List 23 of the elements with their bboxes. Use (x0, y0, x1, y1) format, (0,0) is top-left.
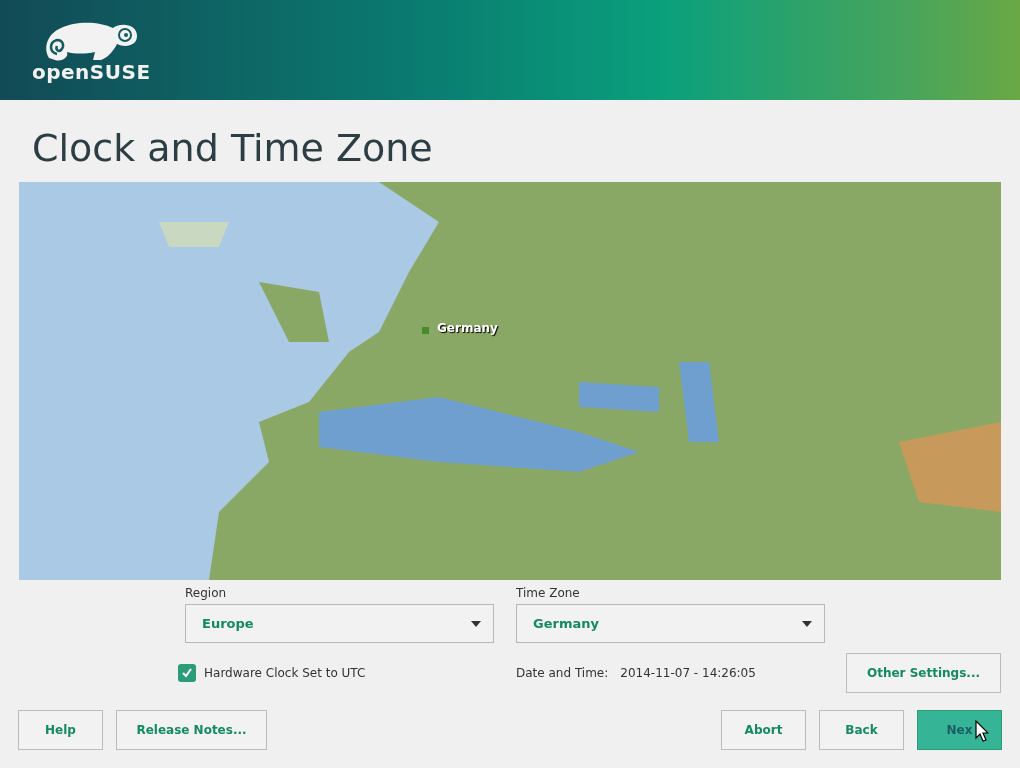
nav-button[interactable]: Back (819, 710, 904, 750)
time-zone-dropdown[interactable]: Germany (516, 604, 825, 643)
checkbox[interactable] (178, 664, 196, 682)
dropdown-arrow-icon (471, 620, 481, 627)
dropdown-arrow-icon (802, 620, 812, 627)
nav-button[interactable]: Help (18, 710, 103, 750)
world-map[interactable]: Germany (19, 182, 1001, 580)
map-location-label: Germany (437, 321, 498, 335)
date-time-label: Date and Time: (516, 666, 609, 680)
nav-button[interactable]: Abort (721, 710, 806, 750)
region-dropdown[interactable]: Europe (185, 604, 494, 643)
mouse-pointer-icon (975, 720, 989, 742)
page-title: Clock and Time Zone (32, 126, 434, 170)
nav-button[interactable]: Release Notes... (116, 710, 267, 750)
field-label: Region (185, 586, 228, 600)
location-marker-icon (422, 327, 429, 334)
date-time-value: 2014-11-07 - 14:26:05 (620, 666, 756, 680)
logo-text: openSUSE (32, 62, 151, 82)
checkmark-icon (181, 667, 193, 679)
field-label: Time Zone (516, 586, 581, 600)
checkbox-label: Hardware Clock Set to UTC (204, 666, 366, 680)
other-settings-button[interactable]: Other Settings... (846, 653, 1001, 693)
nav-button[interactable]: Nex (917, 710, 1002, 750)
